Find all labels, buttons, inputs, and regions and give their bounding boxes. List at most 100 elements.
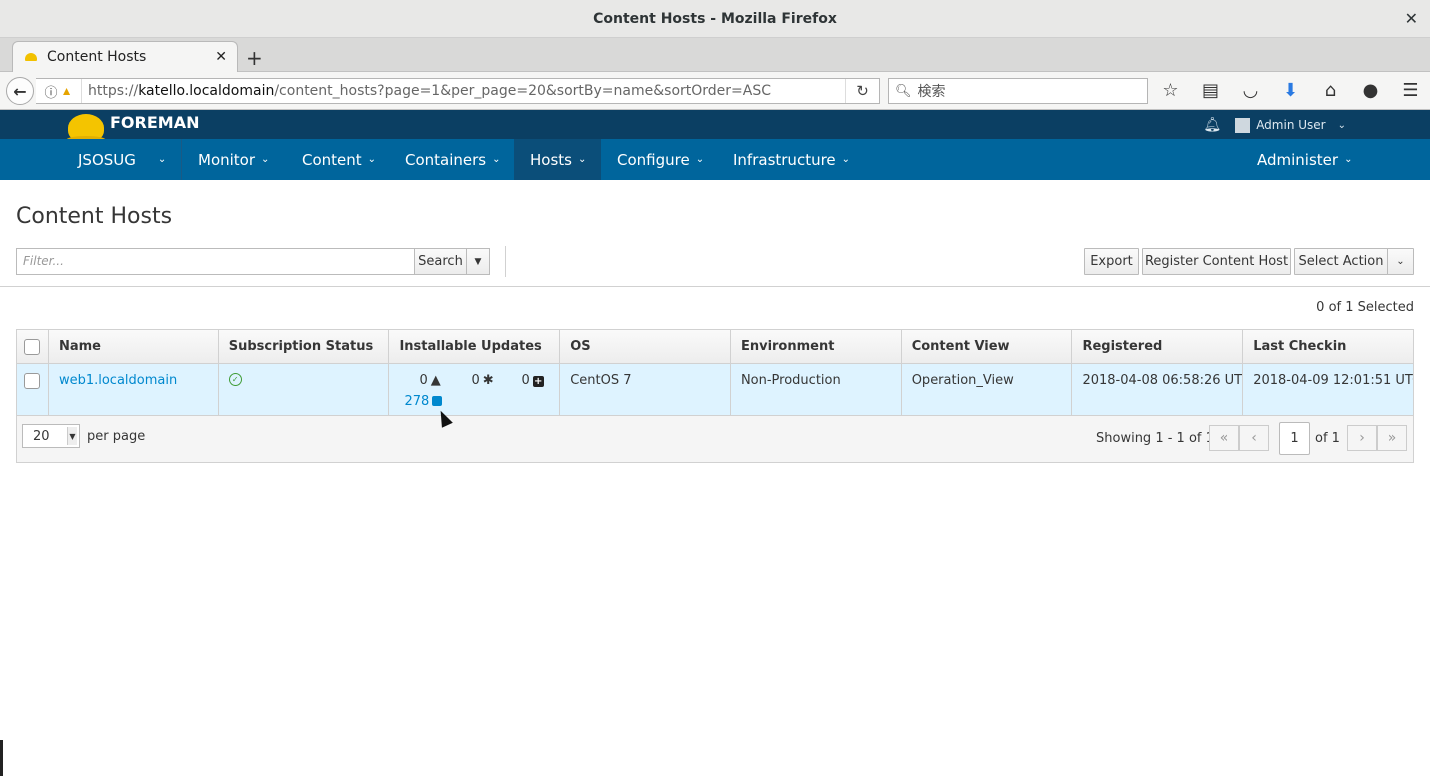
nav-hosts[interactable]: Hosts ⌄ <box>514 139 601 180</box>
security-errata-count[interactable]: 0 ▲ <box>419 373 440 388</box>
nav-org-selector[interactable]: JSOSUG ⌄ <box>78 139 182 180</box>
column-header-name[interactable]: Name <box>49 330 219 363</box>
new-tab-button[interactable]: + <box>246 46 263 70</box>
select-action-dropdown-toggle[interactable]: ⌄ <box>1387 248 1414 275</box>
select-all-cell <box>17 330 49 363</box>
next-page-icon[interactable]: › <box>1347 425 1377 451</box>
tab-strip: Content Hosts ✕ + <box>0 38 1430 72</box>
subscription-status-cell: ✓ <box>219 364 390 415</box>
environment-cell: Non-Production <box>731 364 902 415</box>
home-icon[interactable]: ⌂ <box>1320 80 1341 101</box>
plus-square-icon: + <box>532 376 544 387</box>
caret-down-icon: ▼ <box>67 427 77 445</box>
host-name-link[interactable]: web1.localdomain <box>59 373 177 388</box>
chevron-down-icon: ⌄ <box>577 154 587 165</box>
reading-list-icon[interactable]: ▤ <box>1200 80 1221 101</box>
search-dropdown-toggle[interactable]: ▼ <box>466 248 490 275</box>
first-page-icon[interactable]: « <box>1209 425 1239 451</box>
per-page-label: per page <box>87 429 146 444</box>
content-hosts-table: Name Subscription Status Installable Upd… <box>16 329 1414 463</box>
last-checkin-cell: 2018-04-09 12:01:51 UTC <box>1253 373 1413 388</box>
page-total: of 1 <box>1315 431 1340 446</box>
package-updates-link[interactable]: 278 <box>404 394 443 409</box>
column-header-registered[interactable]: Registered <box>1072 330 1244 363</box>
divider <box>0 286 1430 287</box>
chevron-down-icon: ⌄ <box>1396 256 1405 267</box>
browser-tab[interactable]: Content Hosts ✕ <box>12 41 238 72</box>
row-checkbox[interactable] <box>24 373 41 389</box>
chevron-down-icon: ⌄ <box>695 154 705 165</box>
content-view-cell: Operation_View <box>902 364 1073 415</box>
page-number-input[interactable]: 1 <box>1279 422 1310 455</box>
os-cell: CentOS 7 <box>560 364 731 415</box>
table-header: Name Subscription Status Installable Upd… <box>17 330 1413 364</box>
browser-search-placeholder: 検索 <box>917 84 946 100</box>
download-icon[interactable]: ⬇ <box>1280 80 1301 101</box>
previous-page-icon[interactable]: ‹ <box>1239 425 1269 451</box>
reload-icon[interactable]: ↻ <box>845 79 879 103</box>
bugfix-errata-count[interactable]: 0 ✱ <box>471 373 493 388</box>
column-header-os[interactable]: OS <box>560 330 731 363</box>
browser-toolbar-icons: ☆ ▤ ◡ ⬇ ⌂ ● ☰ <box>1160 80 1421 101</box>
column-header-subscription-status[interactable]: Subscription Status <box>219 330 390 363</box>
package-icon <box>432 396 443 406</box>
back-button[interactable]: ← <box>6 77 34 105</box>
brand-name: FOREMAN <box>110 112 200 132</box>
pocket-icon[interactable]: ◡ <box>1240 80 1261 101</box>
subscription-valid-check-icon: ✓ <box>228 373 242 386</box>
main-nav: JSOSUG ⌄ Monitor ⌄ Content ⌄ Containers ⌄ Ho… <box>0 139 1430 180</box>
table-pagination: 20 ▼ per page Showing 1 - 1 of 1 « ‹ 1 o… <box>17 416 1413 462</box>
menu-hamburger-icon[interactable]: ☰ <box>1400 80 1421 101</box>
back-arrow-icon: ← <box>13 81 27 101</box>
table-row[interactable]: web1.localdomain ✓ 0 ▲ 0 ✱ 0 + 278 CentOS 7… <box>17 364 1413 416</box>
nav-monitor[interactable]: Monitor ⌄ <box>198 139 269 180</box>
per-page-select[interactable]: 20 ▼ <box>22 424 80 448</box>
column-header-installable-updates[interactable]: Installable Updates <box>389 330 561 363</box>
chevron-down-icon: ⌄ <box>492 154 501 165</box>
row-select-cell <box>17 364 49 415</box>
select-action-button[interactable]: Select Action <box>1294 248 1388 275</box>
column-header-content-view[interactable]: Content View <box>902 330 1073 363</box>
filter-input[interactable]: Filter... <box>16 248 415 275</box>
site-identity[interactable]: ⓘ ▲ <box>36 79 82 103</box>
chevron-down-icon: ⌄ <box>367 154 377 165</box>
caret-down-icon: ▼ <box>474 256 482 267</box>
url-text[interactable]: https://katello.localdomain/content_host… <box>82 83 845 99</box>
user-menu[interactable]: 🔔︎ Admin User ⌄ <box>1203 117 1346 133</box>
nav-content[interactable]: Content ⌄ <box>302 139 376 180</box>
showing-range: Showing 1 - 1 of 1 <box>1096 431 1214 446</box>
column-header-environment[interactable]: Environment <box>731 330 902 363</box>
selection-count: 0 of 1 Selected <box>1316 300 1414 315</box>
register-content-host-button[interactable]: Register Content Host <box>1142 248 1291 275</box>
screen-edge-marker <box>0 740 3 776</box>
browser-navbar: ← ⓘ ▲ https://katello.localdomain/conten… <box>0 72 1430 110</box>
export-button[interactable]: Export <box>1084 248 1139 275</box>
notification-bell-icon[interactable]: 🔔︎ <box>1203 117 1221 133</box>
window-close-icon[interactable]: ✕ <box>1405 9 1418 28</box>
browser-search-box[interactable]: 🔍︎ 検索 <box>888 78 1148 104</box>
nav-administer[interactable]: Administer ⌄ <box>1257 139 1352 180</box>
last-page-icon[interactable]: » <box>1377 425 1407 451</box>
search-button[interactable]: Search <box>414 248 467 275</box>
installable-updates-cell: 0 ▲ 0 ✱ 0 + 278 <box>389 364 561 415</box>
foreman-favicon-icon <box>25 53 37 61</box>
avatar <box>1235 117 1251 133</box>
window-title: Content Hosts - Mozilla Firefox <box>593 10 837 27</box>
chevron-down-icon: ⌄ <box>1337 119 1346 131</box>
registered-cell: 2018-04-08 06:58:26 UTC <box>1072 364 1244 415</box>
enhancement-errata-count[interactable]: 0 + <box>521 373 544 388</box>
nav-infrastructure[interactable]: Infrastructure ⌄ <box>733 139 850 180</box>
extension-icon[interactable]: ● <box>1360 80 1381 101</box>
tab-label: Content Hosts <box>47 49 147 65</box>
host-name-cell: web1.localdomain <box>49 364 219 415</box>
url-bar[interactable]: ⓘ ▲ https://katello.localdomain/content_… <box>36 78 880 104</box>
tab-close-icon[interactable]: ✕ <box>215 49 227 65</box>
nav-containers[interactable]: Containers ⌄ <box>405 139 501 180</box>
nav-configure[interactable]: Configure ⌄ <box>617 139 704 180</box>
column-header-last-checkin[interactable]: Last Checkin <box>1243 330 1413 363</box>
select-all-checkbox[interactable] <box>24 338 41 355</box>
foreman-topbar: FOREMAN 🔔︎ Admin User ⌄ <box>0 110 1430 144</box>
window-titlebar: Content Hosts - Mozilla Firefox ✕ <box>0 0 1430 38</box>
bookmark-star-icon[interactable]: ☆ <box>1160 80 1181 101</box>
chevron-down-icon: ⌄ <box>157 154 167 165</box>
